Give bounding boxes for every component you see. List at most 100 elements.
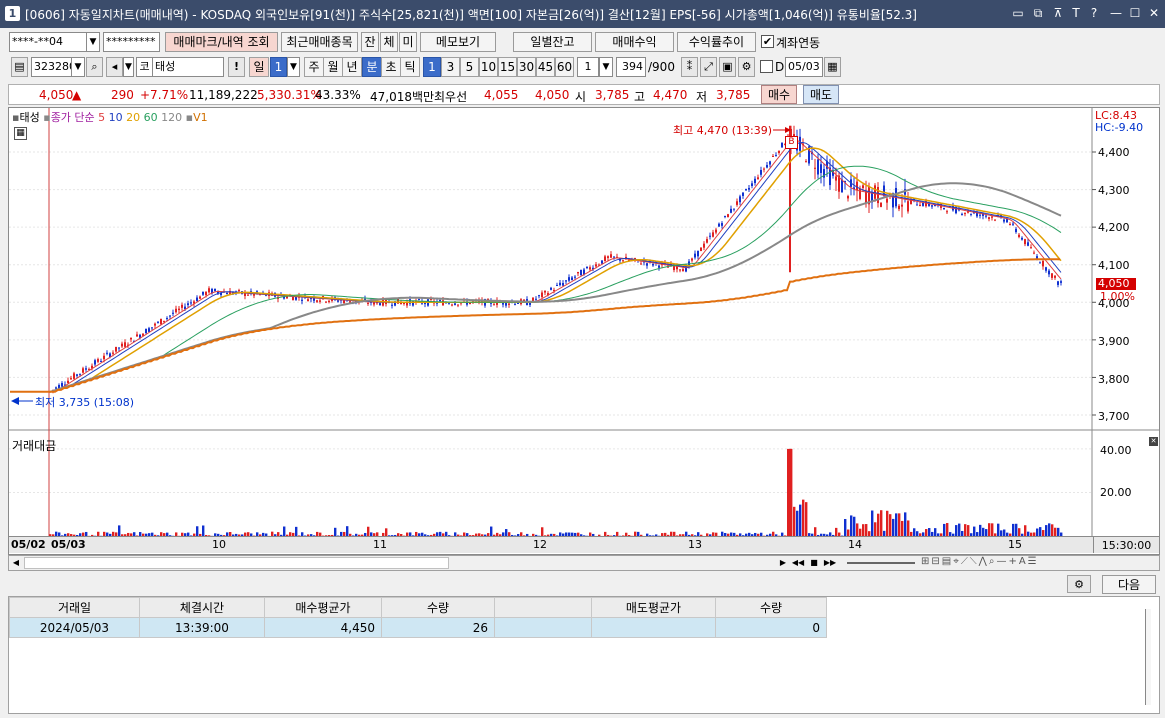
close-panel-icon[interactable]: ✕	[1149, 437, 1158, 446]
period-minute[interactable]: 분	[362, 57, 382, 77]
crosshair-icon[interactable]: ⤢	[700, 57, 717, 77]
date-field[interactable]: 05/03	[785, 57, 823, 77]
unexecuted-button[interactable]: 미	[399, 32, 417, 52]
col-sell-avg[interactable]: 매도평균가	[591, 597, 716, 618]
panel-scrollbar[interactable]	[1145, 609, 1151, 705]
multiplier-dropdown-icon[interactable]: ▼	[599, 57, 613, 77]
help-icon[interactable]: ?	[1086, 5, 1102, 21]
account-dropdown-icon[interactable]: ▼	[86, 32, 100, 52]
scroll-right-icon[interactable]: ▶	[777, 557, 789, 569]
recent-trades-button[interactable]: 최근매매종목	[281, 32, 358, 52]
save-icon[interactable]: ▣	[719, 57, 736, 77]
cell-sell-avg[interactable]	[591, 617, 716, 638]
interval-5[interactable]: 5	[460, 57, 479, 77]
cell-buy-qty[interactable]: 26	[381, 617, 495, 638]
period-week[interactable]: 주	[304, 57, 324, 77]
up-triangle-icon: ▲	[72, 88, 82, 102]
d-checkbox[interactable]	[760, 60, 773, 73]
col-buy-qty[interactable]: 수량	[381, 597, 495, 618]
executed-button[interactable]: 체	[380, 32, 398, 52]
interval-45[interactable]: 45	[536, 57, 555, 77]
return-trend-button[interactable]: 수익률추이	[677, 32, 756, 52]
speaker-icon[interactable]: ◂	[106, 57, 123, 77]
scroll-left-icon[interactable]: ◀	[10, 557, 22, 569]
drawing-tools-icon[interactable]: ⊞⊟▤⌖⟋⟍⋀⌕—+A☰	[921, 556, 1039, 567]
candle-body	[439, 300, 441, 302]
candle-body	[901, 204, 903, 207]
interval-30[interactable]: 30	[517, 57, 536, 77]
period-value[interactable]: 1	[270, 57, 287, 77]
daily-balance-button[interactable]: 일별잔고	[513, 32, 592, 52]
col-exec-time[interactable]: 체결시간	[139, 597, 265, 618]
dock-icon[interactable]: ▭	[1010, 5, 1026, 21]
stock-code-field[interactable]: 323280	[31, 57, 72, 77]
alert-button[interactable]: !	[228, 57, 245, 77]
multiplier-field[interactable]: 1	[577, 57, 599, 77]
col-buy-avg[interactable]: 매수평균가	[264, 597, 382, 618]
col-trade-date[interactable]: 거래일	[9, 597, 140, 618]
trade-profit-button[interactable]: 매매수익	[595, 32, 674, 52]
period-tick[interactable]: 틱	[400, 57, 420, 77]
minimize-icon[interactable]: —	[1108, 5, 1124, 21]
password-field[interactable]: *********	[103, 32, 160, 52]
scroll-thumb[interactable]	[24, 557, 449, 569]
account-link-checkbox[interactable]: ✔	[761, 35, 774, 48]
volume-bar	[505, 529, 508, 536]
code-dropdown-icon[interactable]: ▼	[71, 57, 85, 77]
period-year[interactable]: 년	[342, 57, 362, 77]
x-label: 05/02	[11, 538, 46, 551]
col-sell-qty[interactable]: 수량	[715, 597, 827, 618]
interval-3[interactable]: 3	[441, 57, 460, 77]
calendar-icon[interactable]: ▦	[824, 57, 841, 77]
fast-forward-icon[interactable]: ▶▶	[823, 557, 837, 569]
period-second[interactable]: 초	[381, 57, 401, 77]
interval-60[interactable]: 60	[555, 57, 574, 77]
sell-button[interactable]: 매도	[803, 85, 839, 104]
stop-icon[interactable]: ■	[807, 557, 821, 569]
font-icon[interactable]: T	[1068, 5, 1084, 21]
gear-icon[interactable]: ⚙	[738, 57, 755, 77]
interval-10[interactable]: 10	[479, 57, 498, 77]
memo-button[interactable]: 메모보기	[420, 32, 496, 52]
candle-body	[367, 302, 369, 304]
volume-bar	[913, 528, 916, 536]
restore-icon[interactable]: ⧉	[1030, 5, 1046, 21]
chart-type-icon[interactable]: ▤	[11, 57, 28, 77]
interval-1[interactable]: 1	[423, 57, 441, 77]
cell-sell-qty[interactable]: 0	[715, 617, 827, 638]
interval-15[interactable]: 15	[498, 57, 517, 77]
quote-change-pct: +7.71%	[140, 88, 189, 102]
cell-trade-date[interactable]: 2024/05/03	[9, 617, 140, 638]
table-icon[interactable]: ▦	[14, 127, 27, 140]
period-dropdown-icon[interactable]: ▼	[287, 57, 300, 77]
period-month[interactable]: 월	[323, 57, 343, 77]
balance-button[interactable]: 잔	[361, 32, 379, 52]
trade-mark-query-button[interactable]: 매매마크/내역 조회	[165, 32, 278, 52]
period-label[interactable]: 일	[249, 57, 269, 77]
next-button[interactable]: 다음	[1102, 575, 1156, 594]
search-icon[interactable]: ⌕	[86, 57, 103, 77]
cell-buy-avg[interactable]: 4,450	[264, 617, 382, 638]
maximize-icon[interactable]: ☐	[1127, 5, 1143, 21]
zoom-slider[interactable]	[847, 562, 915, 564]
table-row[interactable]: 2024/05/03 13:39:00 4,450 26 0	[9, 617, 827, 638]
speaker-dropdown-icon[interactable]: ▼	[123, 57, 134, 77]
buy-marker[interactable]: B	[785, 136, 798, 149]
buy-button[interactable]: 매수	[761, 85, 797, 104]
chart-area[interactable]: ▪태성 ▪종가 단순 5 10 20 60 120 ▪V1 ▦ LC:8.43 …	[8, 107, 1160, 555]
stock-name-field[interactable]: 태성	[152, 57, 224, 77]
count-field[interactable]: 394	[616, 57, 646, 77]
volume-bar	[490, 526, 493, 536]
chart-svg[interactable]	[9, 108, 1159, 554]
candle-body	[931, 205, 933, 207]
pin-icon[interactable]: ⊼	[1050, 5, 1066, 21]
candle-icon[interactable]: ⁑	[681, 57, 698, 77]
open-label: 시	[575, 90, 587, 104]
close-icon[interactable]: ✕	[1146, 5, 1162, 21]
stock-tab[interactable]: 태성	[19, 111, 39, 124]
account-field[interactable]: ****-**04	[9, 32, 87, 52]
settings-gear-icon[interactable]: ⚙	[1067, 575, 1091, 593]
cell-exec-time[interactable]: 13:39:00	[139, 617, 265, 638]
chart-scrollbar[interactable]: ◀ ▶ ◀◀ ■ ▶▶ ⊞⊟▤⌖⟋⟍⋀⌕—+A☰	[8, 555, 1160, 571]
rewind-icon[interactable]: ◀◀	[791, 557, 805, 569]
